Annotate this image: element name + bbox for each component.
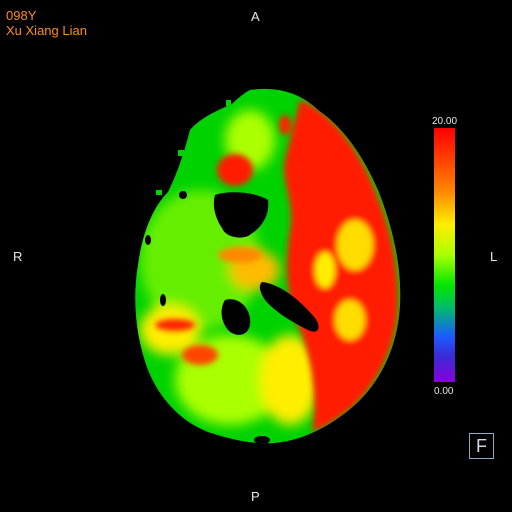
- orientation-right-label: R: [13, 249, 23, 264]
- colorbar-min-label: 0.00: [434, 386, 454, 397]
- f-button[interactable]: F: [469, 433, 494, 459]
- colorbar-max-label: 20.00: [432, 116, 458, 127]
- orientation-posterior-label: P: [251, 489, 260, 504]
- patient-id: 098Y: [6, 8, 37, 23]
- colorbar: [434, 128, 455, 382]
- orientation-anterior-label: A: [251, 9, 260, 24]
- patient-name: Xu Xiang Lian: [6, 23, 87, 38]
- brain-slice: [135, 88, 401, 444]
- orientation-left-label: L: [490, 249, 498, 264]
